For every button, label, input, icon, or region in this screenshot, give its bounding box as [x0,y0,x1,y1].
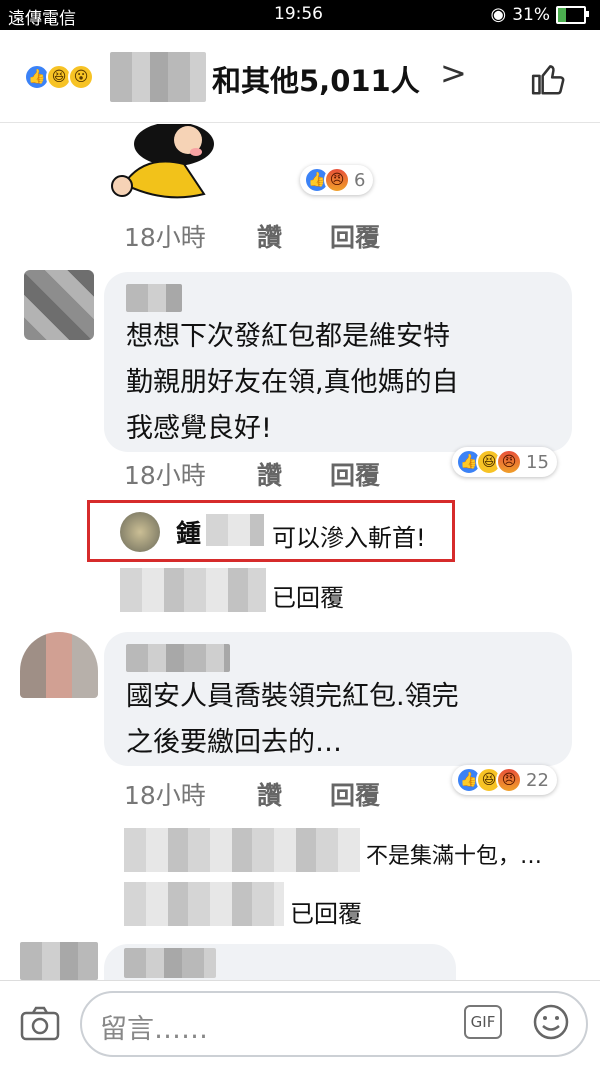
reaction-icons: 👍 😆 😮 [24,64,94,90]
wow-icon: 😮 [68,64,94,90]
like-button[interactable]: 讚 [257,218,282,254]
eye-icon: ◉ [490,4,507,25]
reply-author[interactable]: 鍾 [176,514,201,550]
avatar[interactable] [20,942,98,980]
angry-icon: 😠 [496,449,522,475]
comment-placeholder: 留言…… [100,1014,208,1045]
comment-time: 18小時 [124,223,206,252]
reply-avatar[interactable] [120,512,160,552]
battery-icon [556,5,589,24]
reaction-summary-1[interactable]: 👍 😆 😠 15 [452,447,557,477]
gif-button[interactable]: GIF [464,1005,502,1039]
reaction-summary-2[interactable]: 👍 😆 😠 22 [452,765,557,795]
reply-button[interactable]: 回覆 [330,456,380,492]
sticker-character-icon [111,122,214,199]
reply-button[interactable]: 回覆 [330,218,380,254]
reply-text: 可以滲入斬首! [272,524,426,552]
comment-line: 勤親朋好友在領,真他媽的自 [126,367,459,398]
avatar[interactable] [24,270,94,340]
reaction-count: 15 [526,451,549,473]
blurred-author [126,644,230,672]
angry-icon: 😠 [496,767,522,793]
clock: 19:56 [274,4,323,24]
like-button[interactable]: 讚 [257,456,282,492]
avatar[interactable] [20,632,98,698]
comment-line: 我感覺良好! [126,413,272,444]
comment-bubble[interactable]: 想想下次發紅包都是維安特 勤親朋好友在領,真他媽的自 我感覺良好! [104,272,572,452]
reactions-header[interactable]: 👍 😆 😮 和其他5,011人 > [0,30,600,123]
blurred-avatars [120,568,266,612]
carrier-name: 遠傳電信 [8,9,76,29]
sticker-image [104,122,244,214]
angry-icon: 😠 [324,167,350,193]
camera-icon[interactable] [20,1005,60,1041]
reaction-count: 22 [526,769,549,791]
blurred-reply-author [124,828,360,872]
replied-link[interactable]: 已回覆 [272,578,344,613]
comment-text: 國安人員喬裝領完紅包.領完 之後要繳回去的… [126,674,459,766]
comment-bubble[interactable]: 國安人員喬裝領完紅包.領完 之後要繳回去的… [104,632,572,766]
blurred-author [124,948,216,978]
battery-percent: 31% [512,4,550,25]
blurred-author [206,514,264,546]
others-count: 和其他5,011人 [212,64,420,98]
blurred-avatars [124,882,284,926]
reply-text[interactable]: 不是集滿十包，… [366,838,542,870]
reply-button[interactable]: 回覆 [330,776,380,812]
status-right: ◉ 31% [490,4,589,25]
status-bar: 遠傳電信 19:56 ◉ 31% [0,0,600,30]
reaction-count: 6 [354,169,366,191]
replied-link[interactable]: 已回覆 [290,894,362,929]
blurred-name [110,52,206,102]
like-button[interactable]: 讚 [257,776,282,812]
smiley-icon[interactable] [532,1003,570,1041]
comment-time: 18小時 [124,461,206,490]
comment-line: 之後要繳回去的… [126,727,342,758]
comment-line: 國安人員喬裝領完紅包.領完 [126,681,459,712]
reaction-summary-0[interactable]: 👍 😠 6 [300,165,374,195]
comment-line: 想想下次發紅包都是維安特 [126,321,450,352]
comment-input[interactable]: 留言…… GIF [80,991,588,1057]
comment-text: 想想下次發紅包都是維安特 勤親朋好友在領,真他媽的自 我感覺良好! [126,314,459,452]
blurred-author [126,284,182,312]
comment-time: 18小時 [124,781,206,810]
comment-composer: 留言…… GIF [0,980,600,1067]
chevron-right-icon[interactable]: > [440,54,467,92]
thumbs-up-icon[interactable] [530,60,568,98]
